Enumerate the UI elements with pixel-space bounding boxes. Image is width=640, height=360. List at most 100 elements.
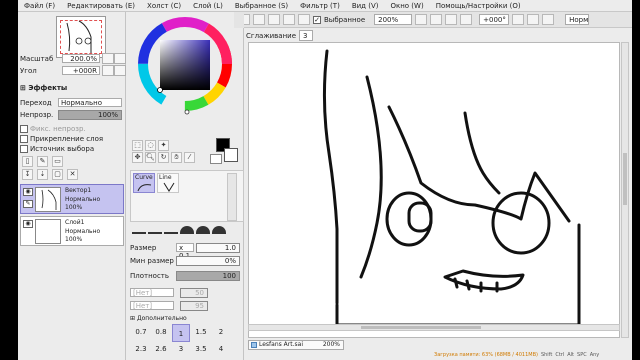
brush-size-preset[interactable]: 4	[212, 345, 230, 357]
opacity-slider[interactable]: 100%	[58, 110, 122, 120]
menu-selection[interactable]: Выбранное (S)	[229, 2, 294, 10]
brush-shape-select[interactable]: [Нет]	[130, 288, 174, 297]
brush-size-preset[interactable]: 0.7	[132, 328, 150, 340]
lasso-icon[interactable]: ◌	[145, 140, 156, 151]
transfer-down-icon[interactable]: ↧	[22, 169, 33, 180]
clip-checkbox[interactable]	[20, 135, 28, 143]
tip-round-3-icon[interactable]	[212, 226, 226, 234]
zoom-fit-button[interactable]	[460, 14, 473, 25]
new-layer-icon[interactable]: ▯	[22, 156, 33, 167]
min-size-slider[interactable]: 0%	[176, 256, 240, 266]
brush-size-preset[interactable]: 3.5	[192, 345, 210, 357]
brush-size-preset[interactable]: 3	[172, 345, 190, 357]
vertical-scroll-thumb[interactable]	[623, 153, 627, 205]
toolbar-button-4[interactable]	[283, 14, 295, 25]
menu-view[interactable]: Вид (V)	[346, 2, 385, 10]
horizontal-scroll-thumb[interactable]	[361, 326, 481, 329]
mode-select[interactable]: Норм	[565, 14, 590, 25]
rotate-ccw-icon[interactable]	[102, 65, 114, 76]
canvas-horizontal-scrollbar[interactable]	[248, 324, 620, 331]
brush-shape-strength[interactable]: 50	[180, 288, 208, 298]
hue-picker-cursor[interactable]	[184, 109, 190, 115]
rotate-reset-button[interactable]	[542, 14, 555, 25]
toolbar-button-3[interactable]	[268, 14, 280, 25]
merge-down-icon[interactable]: ⇣	[37, 169, 48, 180]
selected-checkbox[interactable]: ✓	[313, 15, 321, 24]
line-tool[interactable]: Line	[157, 173, 179, 193]
brush-texture-select[interactable]: [Нет]	[130, 301, 174, 310]
protect-checkbox[interactable]	[20, 125, 28, 133]
rectangle-select-icon[interactable]: ⬚	[132, 140, 143, 151]
document-tab[interactable]: Lesfans Art.sai 200%	[248, 340, 344, 350]
angle-field[interactable]: +000°	[479, 14, 510, 25]
rotate-left-button[interactable]	[512, 14, 525, 25]
line-tool-label: Line	[159, 174, 172, 181]
source-checkbox[interactable]	[20, 145, 28, 153]
brush-size-preset[interactable]: 2	[212, 328, 230, 340]
visibility-eye-icon[interactable]: ◉	[23, 188, 33, 196]
brush-size-preset-selected[interactable]: 1	[172, 324, 190, 342]
canvas-vertical-scrollbar[interactable]	[621, 42, 629, 338]
navigator-zoom-in-icon[interactable]	[114, 53, 126, 64]
layer-item-vector1[interactable]: ◉ ✎ Вектор1 Нормально 100%	[20, 184, 124, 214]
layer-item-layer1[interactable]: ◉ Слой1 Нормально 100%	[20, 216, 124, 246]
menu-file[interactable]: Файл (F)	[18, 2, 61, 10]
color-picker-cursor[interactable]	[157, 87, 163, 93]
new-folder-icon[interactable]: ▭	[52, 156, 63, 167]
zoom-field[interactable]: 200%	[374, 14, 413, 25]
secondary-color-swatch[interactable]	[224, 148, 238, 162]
magic-wand-icon[interactable]: ✦	[158, 140, 169, 151]
stabilizer-field[interactable]: 3	[299, 30, 314, 41]
navigator-thumbnail[interactable]	[56, 16, 106, 58]
menu-edit[interactable]: Редактировать (E)	[61, 2, 141, 10]
brush-size-preset[interactable]: 1.5	[192, 328, 210, 340]
move-icon[interactable]: ✥	[132, 152, 143, 163]
navigator-zoom-field[interactable]: 200.0%	[62, 54, 100, 63]
color-wheel[interactable]	[128, 12, 240, 116]
effects-header[interactable]: ⊞ Эффекты	[20, 84, 67, 92]
eyedropper-icon[interactable]: ⁄	[184, 152, 195, 163]
clear-layer-icon[interactable]: ▢	[52, 169, 63, 180]
rotate-icon[interactable]: ↻	[158, 152, 169, 163]
tool-palette-scrollbar[interactable]	[227, 173, 237, 221]
drawing-canvas[interactable]	[248, 42, 620, 338]
size-slider[interactable]: 1.0	[196, 243, 240, 253]
lock-icon[interactable]: ✎	[23, 200, 33, 208]
rotate-right-button[interactable]	[527, 14, 540, 25]
rotate-cw-icon[interactable]	[114, 65, 126, 76]
zoom-reset-button[interactable]	[445, 14, 458, 25]
brush-texture-strength[interactable]: 95	[180, 301, 208, 311]
new-vector-layer-icon[interactable]: ✎	[37, 156, 48, 167]
delete-layer-icon[interactable]: ✕	[67, 169, 78, 180]
advanced-header[interactable]: ⊞ Дополнительно	[130, 315, 187, 322]
density-slider[interactable]: 100	[176, 271, 240, 281]
toolbar-button-5[interactable]	[298, 14, 310, 25]
zoom-out-button[interactable]	[415, 14, 428, 25]
eraser-toggle-icon[interactable]	[210, 154, 222, 164]
toolbar-button-2[interactable]	[253, 14, 265, 25]
tip-flat-icon[interactable]	[132, 226, 146, 234]
curve-tool[interactable]: Curve	[133, 173, 155, 193]
zoom-in-button[interactable]	[430, 14, 443, 25]
brush-size-preset[interactable]: 2.6	[152, 345, 170, 357]
tip-round-icon[interactable]	[180, 226, 194, 234]
brush-size-preset[interactable]: 0.8	[152, 328, 170, 340]
blend-mode-select[interactable]: Нормально	[58, 98, 122, 107]
menu-filter[interactable]: Фильтр (T)	[294, 2, 346, 10]
canvas-artwork	[322, 49, 581, 327]
menu-window[interactable]: Окно (W)	[384, 2, 429, 10]
menu-canvas[interactable]: Холст (C)	[141, 2, 187, 10]
hand-icon[interactable]: ✋︎	[171, 152, 182, 163]
menu-layer[interactable]: Слой (L)	[187, 2, 229, 10]
brush-size-preset[interactable]: 2.3	[132, 345, 150, 357]
menu-help[interactable]: Помощь/Настройки (O)	[430, 2, 527, 10]
line-tool-icon	[163, 182, 175, 192]
tip-round-2-icon[interactable]	[196, 226, 210, 234]
tip-flat-2-icon[interactable]	[148, 226, 162, 234]
tip-flat-3-icon[interactable]	[164, 226, 178, 234]
zoom-icon[interactable]: 🔍︎	[145, 152, 156, 163]
navigator-zoom-out-icon[interactable]	[102, 53, 114, 64]
navigator-angle-field[interactable]: +000R	[62, 66, 100, 75]
size-multiplier[interactable]: x 0.1	[176, 243, 194, 260]
visibility-eye-icon[interactable]: ◉	[23, 220, 33, 228]
